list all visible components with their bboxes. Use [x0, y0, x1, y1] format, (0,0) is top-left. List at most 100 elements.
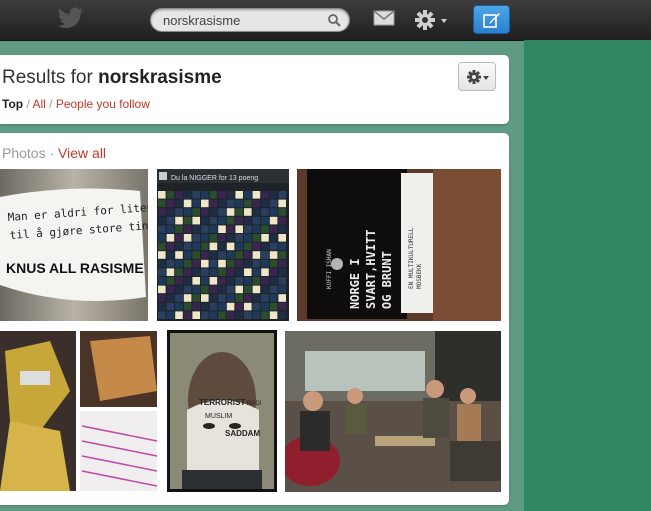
scrabble-tile [244, 285, 252, 294]
scrabble-tile [166, 302, 175, 311]
scrabble-tile [278, 208, 286, 216]
scrabble-tile [252, 225, 261, 233]
settings-gear-icon[interactable] [414, 9, 450, 36]
scrabble-tile [252, 199, 261, 208]
scrabble-tile [226, 199, 235, 208]
scrabble-tile [261, 302, 269, 311]
compose-icon [483, 13, 500, 28]
book-sub-1: EN MULTIKULTURELL [408, 227, 415, 289]
scrabble-tile [278, 302, 286, 311]
scrabble-tile [175, 251, 183, 259]
scrabble-tile [183, 242, 192, 251]
scrabble-tile [235, 294, 243, 302]
scrabble-tile [166, 199, 175, 208]
scrabble-tile [244, 234, 252, 242]
scrabble-tile [252, 251, 261, 259]
photo-book[interactable]: NORGE I SVART,HVITT OG BRUNT KOFFI ISHAN… [297, 169, 501, 321]
scrabble-tile [158, 277, 166, 285]
filter-all[interactable]: All [32, 97, 45, 111]
compose-tweet-button[interactable] [473, 5, 510, 34]
photo-sticker[interactable]: Man er aldri for liten til å gjøre store… [0, 169, 148, 321]
scrabble-tile [192, 191, 200, 199]
scrabble-tile [244, 216, 252, 225]
scrabble-tile [269, 302, 278, 311]
scrabble-tile [269, 208, 278, 216]
scrabble-tile [218, 234, 226, 242]
scrabble-tile [201, 216, 209, 225]
scrabble-tile [261, 216, 269, 225]
scrabble-tile [201, 285, 209, 294]
scrabble-tile [166, 242, 175, 251]
photo-scrabble[interactable]: Du la NIGGER for 13 poeng [157, 169, 289, 321]
scrabble-tile [166, 234, 175, 242]
scrabble-tile [192, 208, 200, 216]
scrabble-tile [209, 285, 218, 294]
search-input[interactable]: norskrasisme [150, 8, 350, 32]
scrabble-tile [192, 311, 200, 319]
scrabble-tile [226, 302, 235, 311]
scrabble-tile [235, 259, 243, 268]
search-query: norskrasisme [98, 67, 222, 88]
scrabble-tile [175, 294, 183, 302]
scrabble-tile [261, 285, 269, 294]
scrabble-tile [278, 277, 286, 285]
scrabble-tile [218, 199, 226, 208]
scrabble-tile [192, 242, 200, 251]
photo-face[interactable]: TERRORIST RADI MUSLIM SADDAM [167, 330, 277, 492]
scrabble-tile [166, 225, 175, 233]
scrabble-tile [235, 311, 243, 319]
scrabble-tile [235, 268, 243, 276]
scrabble-tile [269, 294, 278, 302]
scrabble-tile [175, 242, 183, 251]
scrabble-tile [252, 208, 261, 216]
scrabble-tile [158, 191, 166, 199]
twitter-bird-icon[interactable] [58, 7, 84, 34]
face-word-3: MUSLIM [205, 413, 232, 420]
scrabble-tile [201, 242, 209, 251]
envelope-icon[interactable] [373, 10, 395, 31]
scrabble-tile [175, 234, 183, 242]
face-word-4: SADDAM [225, 429, 260, 438]
scrabble-tile [175, 311, 183, 319]
scrabble-tile [158, 208, 166, 216]
scrabble-tile [209, 302, 218, 311]
scrabble-tile [269, 234, 278, 242]
scrabble-tile [269, 242, 278, 251]
book-author: KOFFI ISHAN [326, 249, 333, 289]
search-icon[interactable] [328, 14, 341, 30]
scrabble-tile [269, 225, 278, 233]
scrabble-tile [192, 234, 200, 242]
scrabble-tile [201, 208, 209, 216]
scrabble-tile [278, 294, 286, 302]
scrabble-tile [244, 208, 252, 216]
scrabble-tile [244, 225, 252, 233]
scrabble-tile [261, 242, 269, 251]
scrabble-tile [261, 268, 269, 276]
view-all-link[interactable]: View all [58, 145, 106, 161]
scrabble-tile [166, 294, 175, 302]
scrabble-tile [201, 251, 209, 259]
scrabble-tile [209, 191, 218, 199]
photo-lounge[interactable] [285, 331, 501, 492]
scrabble-tile [166, 311, 175, 319]
scrabble-tile [175, 268, 183, 276]
scrabble-tile [192, 251, 200, 259]
scrabble-tile [235, 285, 243, 294]
book-sub-2: MOSBEKK [416, 263, 423, 289]
search-settings-button[interactable] [458, 62, 496, 91]
scrabble-tile [261, 225, 269, 233]
scrabble-tile [261, 294, 269, 302]
scrabble-tile [235, 191, 243, 199]
scrabble-tile [209, 294, 218, 302]
scrabble-tile [192, 277, 200, 285]
filter-top[interactable]: Top [2, 97, 23, 111]
scrabble-tile [218, 191, 226, 199]
scrabble-tile [166, 216, 175, 225]
photo-collage[interactable] [0, 331, 157, 491]
scrabble-tile [166, 259, 175, 268]
scrabble-tile [201, 225, 209, 233]
filter-people-you-follow[interactable]: People you follow [56, 97, 150, 111]
scrabble-tile [261, 311, 269, 319]
scrabble-tile [209, 225, 218, 233]
book-title-1: NORGE I [348, 258, 362, 309]
